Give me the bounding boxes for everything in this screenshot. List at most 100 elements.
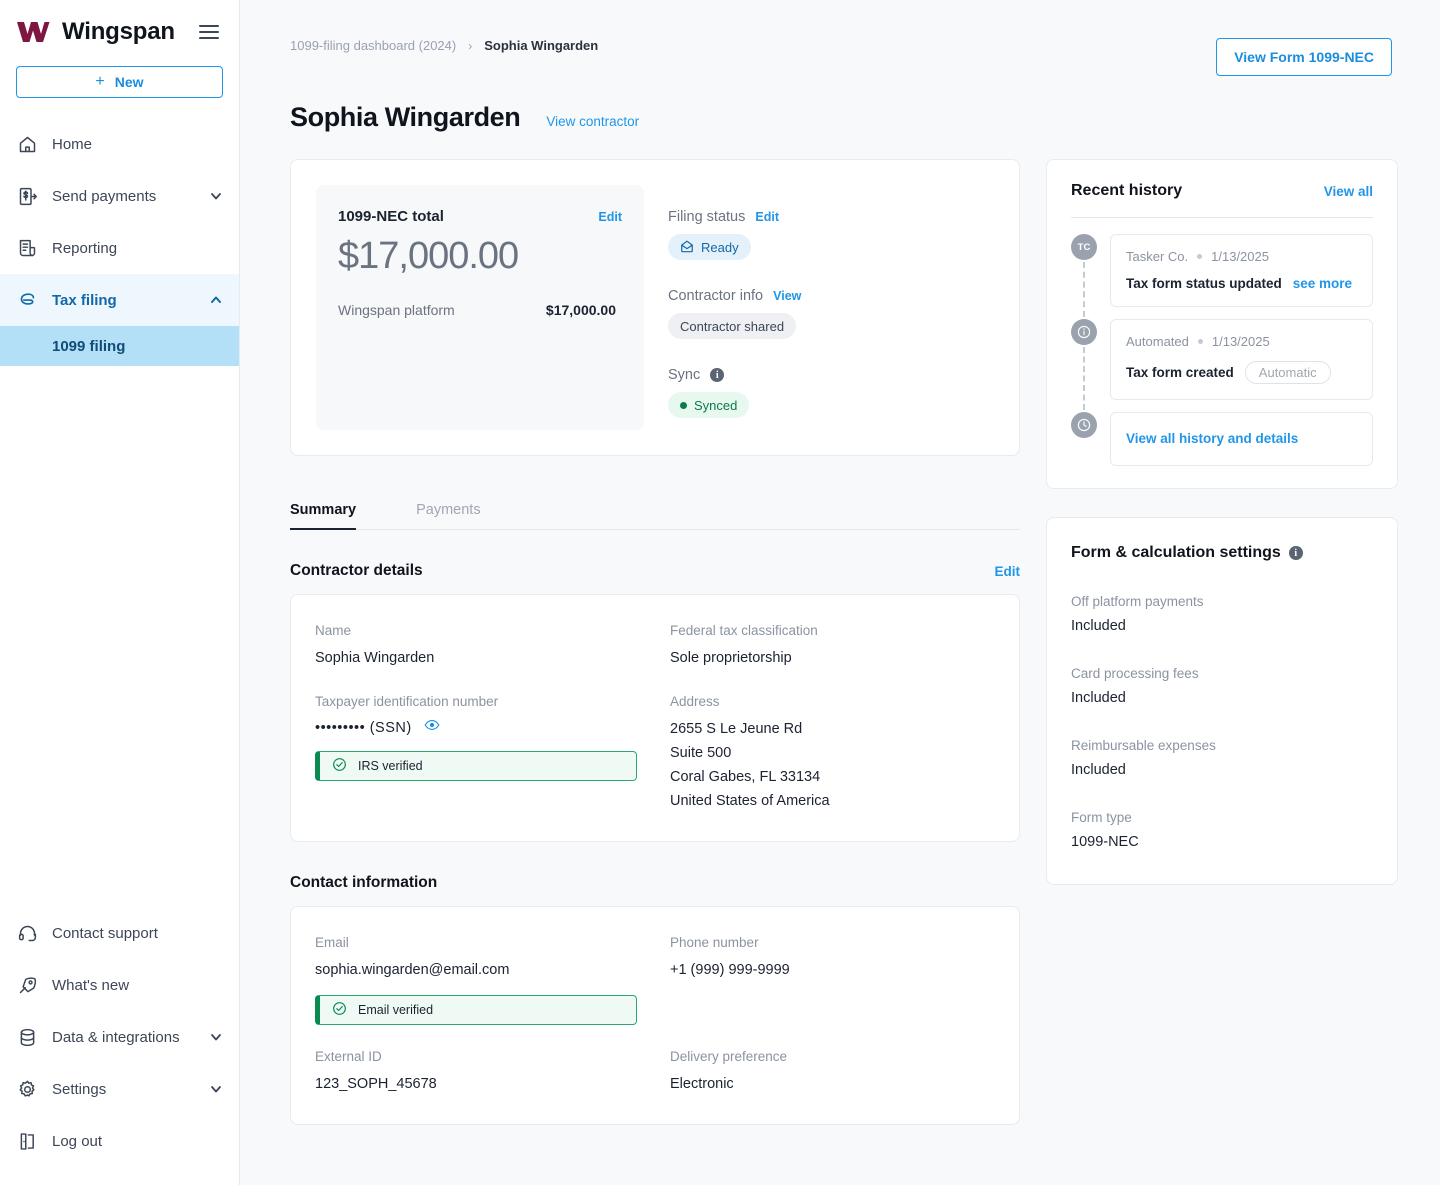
form-settings-title: Form & calculation settings [1071, 544, 1281, 561]
sidebar-item-send-payments[interactable]: Send payments [0, 170, 239, 222]
view-contractor-info-link[interactable]: View [773, 289, 801, 303]
page-title-row: Sophia Wingarden View contractor [240, 76, 1440, 133]
field-label: Delivery preference [670, 1049, 788, 1064]
field-address: Address 2655 S Le Jeune Rd Suite 500 Cor… [670, 694, 995, 813]
envelope-open-icon [680, 239, 694, 256]
sidebar-item-home[interactable]: Home [0, 118, 239, 170]
setting-row-reimbursable-expenses: Reimbursable expenses Included [1071, 738, 1373, 778]
sidebar-item-label: Contact support [52, 924, 158, 942]
field-label: Phone number [670, 935, 759, 950]
recent-history-title: Recent history [1071, 182, 1183, 199]
topbar: 1099-filing dashboard (2024) › Sophia Wi… [240, 0, 1440, 76]
headset-icon [16, 922, 38, 944]
history-text: Tax form created [1126, 365, 1234, 380]
initials-avatar: TC [1071, 234, 1097, 260]
setting-value: 1099-NEC [1071, 834, 1139, 850]
content-columns: 1099-NEC total Edit $17,000.00 Wingspan … [240, 133, 1440, 1125]
filing-status-label: Filing status [668, 209, 746, 225]
sidebar-item-tax-filing[interactable]: Tax filing [0, 274, 239, 326]
field-taxpayer-identification-number: Taxpayer identification number •••••••••… [315, 694, 670, 813]
edit-total-link[interactable]: Edit [598, 210, 622, 224]
info-icon[interactable]: i [1288, 546, 1303, 560]
sidebar-item-label: Send payments [52, 187, 157, 205]
field-value: 123_SOPH_45678 [315, 1076, 437, 1092]
home-icon [16, 133, 38, 155]
sidebar-subitem-1099-filing[interactable]: 1099 filing [0, 326, 239, 366]
setting-label: Form type [1071, 810, 1132, 825]
edit-contractor-details-link[interactable]: Edit [995, 564, 1021, 579]
contractor-info-label: Contractor info [668, 288, 764, 304]
field-label: Name [315, 623, 352, 638]
sync-header: Sync i [668, 367, 994, 383]
field-external-id: External ID 123_SOPH_45678 [315, 1049, 670, 1096]
gear-icon [16, 1078, 38, 1100]
filing-status-badge: Ready [668, 234, 751, 260]
history-body: Tax form status updated see more [1126, 276, 1357, 291]
field-label: External ID [315, 1049, 382, 1064]
view-all-history-link[interactable]: View all history and details [1126, 431, 1298, 446]
timeline-marker [1071, 319, 1097, 410]
summary-card: 1099-NEC total Edit $17,000.00 Wingspan … [290, 159, 1020, 456]
history-meta: Automated 1/13/2025 [1126, 334, 1357, 349]
sidebar-item-label: Log out [52, 1132, 103, 1150]
field-value: sophia.wingarden@email.com [315, 962, 510, 978]
setting-value: Included [1071, 762, 1126, 778]
sidebar-item-data-integrations[interactable]: Data & integrations [0, 1011, 239, 1063]
sidebar-item-settings[interactable]: Settings [0, 1063, 239, 1115]
setting-label: Off platform payments [1071, 594, 1204, 609]
setting-value: Included [1071, 618, 1126, 634]
total-amount: $17,000.00 [338, 235, 519, 277]
sidebar: Wingspan + New Home Send payments Report… [0, 0, 240, 1185]
setting-row-card-processing-fees: Card processing fees Included [1071, 666, 1373, 706]
view-all-history-card[interactable]: View all history and details [1110, 412, 1373, 466]
breadcrumb: 1099-filing dashboard (2024) › Sophia Wi… [290, 38, 598, 53]
history-actor: Automated [1126, 334, 1189, 349]
hamburger-icon[interactable] [199, 25, 219, 39]
field-federal-tax-classification: Federal tax classification Sole propriet… [670, 623, 995, 670]
sidebar-item-whats-new[interactable]: What's new [0, 959, 239, 1011]
chevron-down-icon [209, 1030, 223, 1044]
sidebar-item-label: What's new [52, 976, 130, 994]
breadcrumb-parent[interactable]: 1099-filing dashboard (2024) [290, 38, 456, 53]
field-label: Address [670, 694, 720, 709]
edit-filing-status-link[interactable]: Edit [755, 210, 779, 224]
address-line-1: 2655 S Le Jeune Rd [670, 721, 803, 737]
status-column: Filing status Edit Ready Contractor info… [668, 185, 994, 430]
view-contractor-link[interactable]: View contractor [546, 114, 639, 129]
main-content: 1099-filing dashboard (2024) › Sophia Wi… [240, 0, 1440, 1185]
tin-masked-value: ••••••••• (SSN) [315, 719, 412, 736]
contractor-info-block: Contractor info View Contractor shared [668, 288, 994, 339]
plus-icon: + [95, 73, 105, 90]
tin-row: ••••••••• (SSN) [315, 717, 670, 738]
timeline-marker [1071, 412, 1097, 466]
history-entry: Automated 1/13/2025 Tax form created Aut… [1071, 319, 1373, 412]
history-card: Tasker Co. 1/13/2025 Tax form status upd… [1110, 234, 1373, 307]
field-delivery-preference: Delivery preference Electronic [670, 1049, 995, 1096]
sidebar-item-log-out[interactable]: Log out [0, 1115, 239, 1167]
tab-payments[interactable]: Payments [416, 490, 506, 529]
dot-separator-icon [1197, 339, 1203, 344]
history-meta: Tasker Co. 1/13/2025 [1126, 249, 1357, 264]
history-body: Tax form created Automatic [1126, 361, 1357, 384]
new-button[interactable]: + New [16, 66, 223, 98]
history-actor: Tasker Co. [1126, 249, 1189, 264]
eye-icon[interactable] [424, 717, 440, 738]
contact-information-title: Contact information [290, 874, 438, 891]
primary-nav: Home Send payments Reporting Tax filing … [0, 118, 239, 366]
contact-information-grid: Email sophia.wingarden@email.com Email v… [291, 907, 1019, 1124]
check-circle-icon [332, 1001, 347, 1019]
view-all-link[interactable]: View all [1324, 184, 1373, 199]
sidebar-item-label: Reporting [52, 239, 118, 257]
address-line-4: United States of America [670, 793, 830, 809]
sync-label: Sync [668, 367, 701, 383]
brand-name: Wingspan [62, 18, 175, 45]
address-line-3: Coral Gabes, FL 33134 [670, 769, 821, 785]
tab-summary[interactable]: Summary [290, 490, 382, 530]
see-more-link[interactable]: see more [1293, 276, 1352, 291]
view-form-1099-nec-button[interactable]: View Form 1099-NEC [1216, 38, 1392, 76]
sidebar-item-contact-support[interactable]: Contact support [0, 907, 239, 959]
info-icon[interactable]: i [710, 368, 725, 382]
sidebar-item-reporting[interactable]: Reporting [0, 222, 239, 274]
info-circle-icon [1071, 319, 1097, 345]
reporting-icon [16, 237, 38, 259]
